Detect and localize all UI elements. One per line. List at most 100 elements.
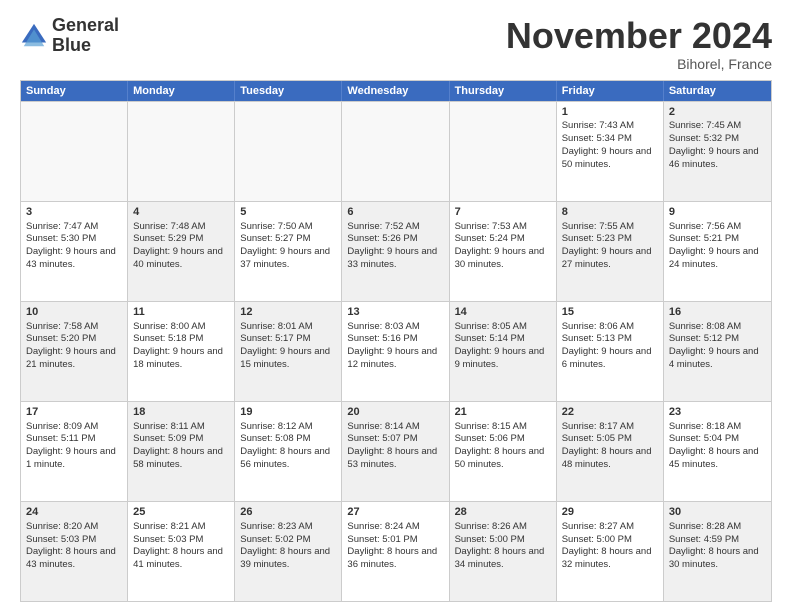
calendar-cell: 18Sunrise: 8:11 AM Sunset: 5:09 PM Dayli… xyxy=(128,402,235,501)
calendar-cell xyxy=(450,102,557,201)
day-info: Sunrise: 8:27 AM Sunset: 5:00 PM Dayligh… xyxy=(562,521,652,570)
day-info: Sunrise: 8:18 AM Sunset: 5:04 PM Dayligh… xyxy=(669,421,759,470)
day-info: Sunrise: 7:45 AM Sunset: 5:32 PM Dayligh… xyxy=(669,120,759,169)
day-info: Sunrise: 7:55 AM Sunset: 5:23 PM Dayligh… xyxy=(562,221,652,270)
header-day-sunday: Sunday xyxy=(21,81,128,101)
calendar-cell: 12Sunrise: 8:01 AM Sunset: 5:17 PM Dayli… xyxy=(235,302,342,401)
calendar-row-4: 24Sunrise: 8:20 AM Sunset: 5:03 PM Dayli… xyxy=(21,501,771,601)
calendar-header: SundayMondayTuesdayWednesdayThursdayFrid… xyxy=(21,81,771,101)
calendar-cell: 17Sunrise: 8:09 AM Sunset: 5:11 PM Dayli… xyxy=(21,402,128,501)
day-info: Sunrise: 8:23 AM Sunset: 5:02 PM Dayligh… xyxy=(240,521,330,570)
day-number: 15 xyxy=(562,305,658,320)
day-number: 11 xyxy=(133,305,229,320)
main-title: November 2024 xyxy=(506,16,772,56)
day-number: 5 xyxy=(240,205,336,220)
calendar-cell: 16Sunrise: 8:08 AM Sunset: 5:12 PM Dayli… xyxy=(664,302,771,401)
calendar-cell: 11Sunrise: 8:00 AM Sunset: 5:18 PM Dayli… xyxy=(128,302,235,401)
day-info: Sunrise: 7:52 AM Sunset: 5:26 PM Dayligh… xyxy=(347,221,437,270)
day-info: Sunrise: 8:00 AM Sunset: 5:18 PM Dayligh… xyxy=(133,321,223,370)
calendar-body: 1Sunrise: 7:43 AM Sunset: 5:34 PM Daylig… xyxy=(21,101,771,601)
header: General Blue November 2024 Bihorel, Fran… xyxy=(20,16,772,72)
day-number: 23 xyxy=(669,405,766,420)
day-number: 1 xyxy=(562,105,658,120)
day-info: Sunrise: 7:48 AM Sunset: 5:29 PM Dayligh… xyxy=(133,221,223,270)
calendar-cell: 30Sunrise: 8:28 AM Sunset: 4:59 PM Dayli… xyxy=(664,502,771,601)
calendar-cell: 28Sunrise: 8:26 AM Sunset: 5:00 PM Dayli… xyxy=(450,502,557,601)
calendar-row-1: 3Sunrise: 7:47 AM Sunset: 5:30 PM Daylig… xyxy=(21,201,771,301)
calendar: SundayMondayTuesdayWednesdayThursdayFrid… xyxy=(20,80,772,602)
calendar-row-0: 1Sunrise: 7:43 AM Sunset: 5:34 PM Daylig… xyxy=(21,101,771,201)
calendar-cell: 1Sunrise: 7:43 AM Sunset: 5:34 PM Daylig… xyxy=(557,102,664,201)
calendar-cell: 10Sunrise: 7:58 AM Sunset: 5:20 PM Dayli… xyxy=(21,302,128,401)
calendar-cell: 27Sunrise: 8:24 AM Sunset: 5:01 PM Dayli… xyxy=(342,502,449,601)
calendar-cell: 4Sunrise: 7:48 AM Sunset: 5:29 PM Daylig… xyxy=(128,202,235,301)
calendar-cell: 15Sunrise: 8:06 AM Sunset: 5:13 PM Dayli… xyxy=(557,302,664,401)
calendar-cell: 29Sunrise: 8:27 AM Sunset: 5:00 PM Dayli… xyxy=(557,502,664,601)
day-number: 7 xyxy=(455,205,551,220)
calendar-row-3: 17Sunrise: 8:09 AM Sunset: 5:11 PM Dayli… xyxy=(21,401,771,501)
day-info: Sunrise: 8:12 AM Sunset: 5:08 PM Dayligh… xyxy=(240,421,330,470)
calendar-cell: 7Sunrise: 7:53 AM Sunset: 5:24 PM Daylig… xyxy=(450,202,557,301)
header-day-saturday: Saturday xyxy=(664,81,771,101)
calendar-cell: 21Sunrise: 8:15 AM Sunset: 5:06 PM Dayli… xyxy=(450,402,557,501)
day-info: Sunrise: 8:11 AM Sunset: 5:09 PM Dayligh… xyxy=(133,421,223,470)
day-info: Sunrise: 7:53 AM Sunset: 5:24 PM Dayligh… xyxy=(455,221,545,270)
page: General Blue November 2024 Bihorel, Fran… xyxy=(0,0,792,612)
day-info: Sunrise: 8:24 AM Sunset: 5:01 PM Dayligh… xyxy=(347,521,437,570)
calendar-cell xyxy=(21,102,128,201)
day-number: 22 xyxy=(562,405,658,420)
day-number: 17 xyxy=(26,405,122,420)
day-number: 4 xyxy=(133,205,229,220)
day-number: 19 xyxy=(240,405,336,420)
subtitle: Bihorel, France xyxy=(506,56,772,72)
logo-text: General Blue xyxy=(52,16,119,56)
day-number: 9 xyxy=(669,205,766,220)
logo-icon xyxy=(20,22,48,50)
calendar-cell: 5Sunrise: 7:50 AM Sunset: 5:27 PM Daylig… xyxy=(235,202,342,301)
day-info: Sunrise: 8:05 AM Sunset: 5:14 PM Dayligh… xyxy=(455,321,545,370)
day-number: 24 xyxy=(26,505,122,520)
day-info: Sunrise: 8:06 AM Sunset: 5:13 PM Dayligh… xyxy=(562,321,652,370)
day-number: 18 xyxy=(133,405,229,420)
calendar-cell: 23Sunrise: 8:18 AM Sunset: 5:04 PM Dayli… xyxy=(664,402,771,501)
day-info: Sunrise: 7:50 AM Sunset: 5:27 PM Dayligh… xyxy=(240,221,330,270)
day-number: 3 xyxy=(26,205,122,220)
day-number: 2 xyxy=(669,105,766,120)
day-info: Sunrise: 7:56 AM Sunset: 5:21 PM Dayligh… xyxy=(669,221,759,270)
day-number: 14 xyxy=(455,305,551,320)
calendar-cell: 2Sunrise: 7:45 AM Sunset: 5:32 PM Daylig… xyxy=(664,102,771,201)
calendar-cell xyxy=(128,102,235,201)
day-number: 8 xyxy=(562,205,658,220)
day-info: Sunrise: 8:14 AM Sunset: 5:07 PM Dayligh… xyxy=(347,421,437,470)
day-number: 26 xyxy=(240,505,336,520)
day-info: Sunrise: 7:43 AM Sunset: 5:34 PM Dayligh… xyxy=(562,120,652,169)
calendar-cell: 24Sunrise: 8:20 AM Sunset: 5:03 PM Dayli… xyxy=(21,502,128,601)
calendar-cell: 13Sunrise: 8:03 AM Sunset: 5:16 PM Dayli… xyxy=(342,302,449,401)
calendar-cell: 14Sunrise: 8:05 AM Sunset: 5:14 PM Dayli… xyxy=(450,302,557,401)
calendar-cell: 25Sunrise: 8:21 AM Sunset: 5:03 PM Dayli… xyxy=(128,502,235,601)
header-day-monday: Monday xyxy=(128,81,235,101)
day-number: 27 xyxy=(347,505,443,520)
day-number: 6 xyxy=(347,205,443,220)
day-info: Sunrise: 8:09 AM Sunset: 5:11 PM Dayligh… xyxy=(26,421,116,470)
calendar-cell: 8Sunrise: 7:55 AM Sunset: 5:23 PM Daylig… xyxy=(557,202,664,301)
calendar-cell: 6Sunrise: 7:52 AM Sunset: 5:26 PM Daylig… xyxy=(342,202,449,301)
day-number: 10 xyxy=(26,305,122,320)
day-info: Sunrise: 7:58 AM Sunset: 5:20 PM Dayligh… xyxy=(26,321,116,370)
day-info: Sunrise: 8:01 AM Sunset: 5:17 PM Dayligh… xyxy=(240,321,330,370)
calendar-cell: 20Sunrise: 8:14 AM Sunset: 5:07 PM Dayli… xyxy=(342,402,449,501)
day-info: Sunrise: 8:26 AM Sunset: 5:00 PM Dayligh… xyxy=(455,521,545,570)
header-day-thursday: Thursday xyxy=(450,81,557,101)
day-number: 20 xyxy=(347,405,443,420)
day-number: 12 xyxy=(240,305,336,320)
calendar-cell: 22Sunrise: 8:17 AM Sunset: 5:05 PM Dayli… xyxy=(557,402,664,501)
day-info: Sunrise: 8:03 AM Sunset: 5:16 PM Dayligh… xyxy=(347,321,437,370)
day-number: 13 xyxy=(347,305,443,320)
day-info: Sunrise: 8:20 AM Sunset: 5:03 PM Dayligh… xyxy=(26,521,116,570)
day-number: 29 xyxy=(562,505,658,520)
calendar-cell: 9Sunrise: 7:56 AM Sunset: 5:21 PM Daylig… xyxy=(664,202,771,301)
day-number: 21 xyxy=(455,405,551,420)
title-block: November 2024 Bihorel, France xyxy=(506,16,772,72)
logo: General Blue xyxy=(20,16,119,56)
header-day-friday: Friday xyxy=(557,81,664,101)
